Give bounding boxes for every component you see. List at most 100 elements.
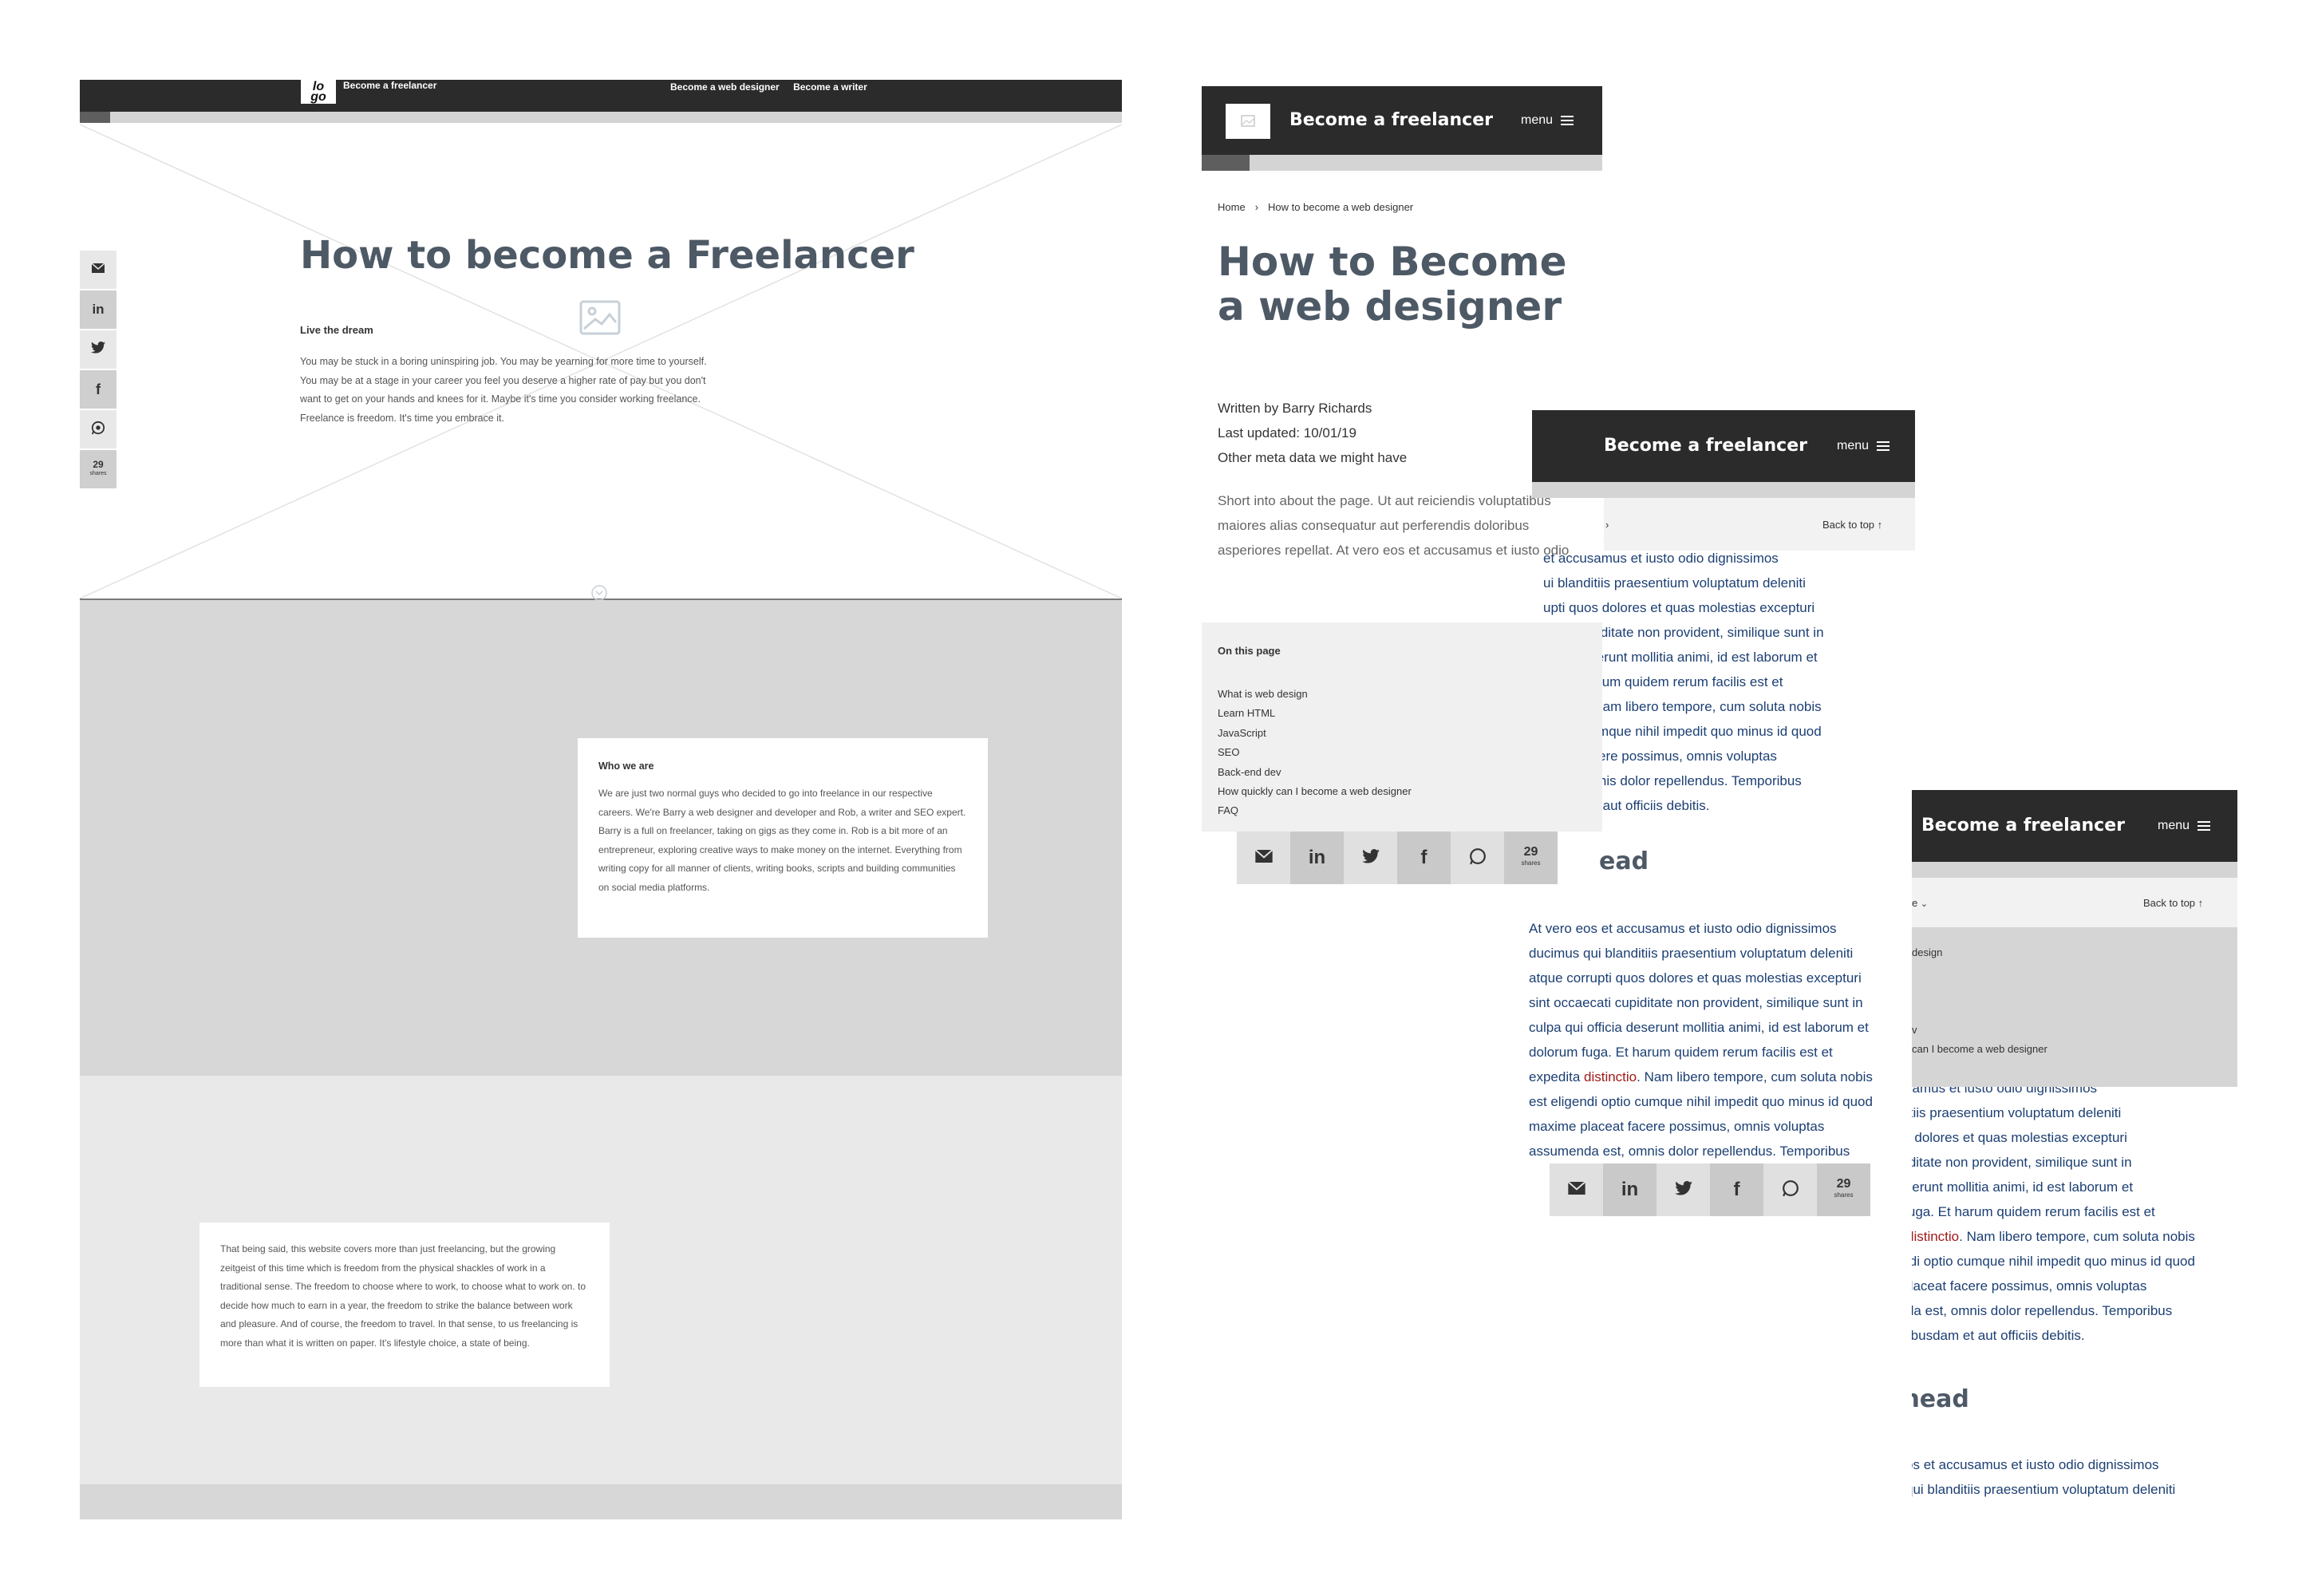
text-line: sint occaecati cupiditate non provident,…: [1529, 995, 1863, 1010]
toc-item[interactable]: FAQ: [1218, 801, 1412, 820]
site-title[interactable]: Become a freelancer: [1604, 436, 1807, 456]
share-twitter-button[interactable]: [80, 330, 116, 369]
article-paragraph: s et accusamus et iusto odio dignissimos…: [1912, 1076, 2226, 1348]
who-we-are-text: We are just two normal guys who decided …: [598, 788, 966, 893]
desktop-header: [80, 80, 1122, 112]
back-to-top-button[interactable]: Back to top ↑: [1822, 519, 1882, 531]
envelope-icon: [1254, 848, 1273, 867]
facebook-icon: f: [96, 381, 101, 397]
toc-item[interactable]: can I become a web designer: [1912, 1040, 2047, 1059]
desktop-mockup: lo go Become a freelancer Become a web de…: [80, 80, 1122, 1519]
image-icon: [579, 300, 621, 339]
linkedin-icon: in: [92, 302, 105, 317]
text-line: dolorum fuga. Et harum quidem rerum faci…: [1529, 1045, 1833, 1060]
twitter-icon: [91, 342, 105, 358]
text-line: qui blanditiis praesentium voluptatum de…: [1912, 1105, 2122, 1120]
share-bar: in f 29 shares: [1550, 1163, 1870, 1216]
other-meta: Other meta data we might have: [1218, 450, 1408, 465]
toc-item[interactable]: [1912, 962, 2047, 982]
chevron-right-icon[interactable]: ›: [1605, 519, 1609, 531]
site-title[interactable]: Become a freelancer: [1289, 110, 1493, 130]
text-line: ducimus qui blanditiis praesentium volup…: [1529, 946, 1854, 961]
whatsapp-icon: [1469, 847, 1487, 869]
toc-item[interactable]: [1912, 1001, 2047, 1021]
text-line: est eligendi optio cumque nihil impedit …: [1529, 1094, 1873, 1109]
back-to-top-label: Back to top: [1822, 519, 1875, 531]
text-line: assumenda est, omnis dolor repellendus. …: [1529, 1144, 1850, 1159]
share-twitter-button[interactable]: [1344, 832, 1397, 884]
hamburger-icon: [1561, 115, 1574, 125]
facebook-icon: f: [1420, 847, 1427, 868]
text-line: dolorum fuga. Et harum quidem rerum faci…: [1912, 1204, 2155, 1219]
back-to-top-label: Back to top: [2143, 897, 2196, 909]
share-linkedin-button[interactable]: in: [1603, 1163, 1657, 1216]
share-linkedin-button[interactable]: in: [80, 290, 116, 329]
toc-item[interactable]: JavaScript: [1218, 724, 1412, 743]
chevron-right-icon: ›: [1254, 201, 1259, 213]
share-count-value: 29: [1523, 845, 1538, 859]
reading-progress-bar: [1202, 155, 1602, 171]
hero-intro: You may be stuck in a boring uninspiring…: [300, 356, 707, 424]
image-icon: [1241, 115, 1255, 127]
article-meta: Written by Barry Richards Last updated: …: [1218, 396, 1407, 470]
toc-list: design v can I become a web designer: [1912, 943, 2047, 1060]
menu-label: menu: [1521, 113, 1554, 127]
toc-item[interactable]: What is web design: [1218, 685, 1412, 704]
on-this-page-heading: On this page: [1218, 645, 1281, 657]
progress-fill: [80, 112, 110, 123]
envelope-icon: [1567, 1180, 1585, 1199]
text-line: ducimus qui blanditiis praesentium volup…: [1912, 1482, 2176, 1497]
toc-list: What is web design Learn HTML JavaScript…: [1218, 685, 1412, 821]
text-line: At vero eos et accusamus et iusto odio d…: [1529, 921, 1837, 936]
page-intro: Short into about the page. Ut aut reicie…: [1218, 493, 1570, 558]
twitter-icon: [1674, 1180, 1692, 1199]
menu-label: menu: [2158, 819, 2190, 832]
text-line: est eligendi optio cumque nihil impedit …: [1912, 1254, 2195, 1269]
freedom-card: That being said, this website covers mor…: [199, 1223, 610, 1387]
share-twitter-button[interactable]: [1657, 1163, 1710, 1216]
toc-item[interactable]: [1912, 982, 2047, 1001]
nav-link-writer[interactable]: Become a writer: [793, 81, 867, 93]
site-title[interactable]: Become a freelancer: [1921, 816, 2125, 836]
toc-item[interactable]: design: [1912, 943, 2047, 962]
menu-button[interactable]: menu: [1837, 439, 1890, 453]
menu-button[interactable]: menu: [2158, 819, 2211, 833]
freedom-text: That being said, this website covers mor…: [220, 1243, 586, 1349]
article-paragraph: At vero eos et accusamus et iusto odio d…: [1529, 916, 1912, 1159]
share-email-button[interactable]: [80, 251, 116, 289]
text-line: rupti quos dolores et quas molestias exc…: [1912, 1130, 2127, 1145]
subhead-partial: ead: [1599, 847, 1649, 875]
twitter-icon: [1361, 848, 1380, 867]
text-line: atque corrupti quos dolores et quas mole…: [1529, 970, 1862, 986]
share-email-button[interactable]: [1550, 1163, 1603, 1216]
menu-label: menu: [1837, 439, 1870, 452]
whatsapp-icon: [91, 421, 105, 439]
share-facebook-button[interactable]: f: [1710, 1163, 1763, 1216]
menu-button[interactable]: menu: [1521, 113, 1574, 128]
toc-item[interactable]: How quickly can I become a web designer: [1218, 782, 1412, 801]
toc-item[interactable]: Learn HTML: [1218, 704, 1412, 723]
mobile-mockup-top: Become a freelancer menu Home › How to bec…: [1202, 86, 1602, 884]
share-linkedin-button[interactable]: in: [1290, 832, 1344, 884]
share-whatsapp-button[interactable]: [80, 410, 116, 448]
text-line: expedita distinctio. Nam libero tempore,…: [1912, 1229, 2195, 1244]
share-facebook-button[interactable]: f: [1397, 832, 1451, 884]
text-line: autem quibusdam et aut officiis debitis.: [1912, 1328, 2085, 1343]
share-whatsapp-button[interactable]: [1763, 1163, 1817, 1216]
toc-item[interactable]: v: [1912, 1021, 2047, 1040]
share-facebook-button[interactable]: f: [80, 370, 116, 409]
site-logo[interactable]: [1226, 104, 1270, 139]
facebook-icon: f: [1733, 1179, 1740, 1200]
text-line: assumenda est, omnis dolor repellendus. …: [1912, 1303, 2173, 1318]
share-email-button[interactable]: [1237, 832, 1290, 884]
who-we-are-heading: Who we are: [598, 760, 654, 772]
share-whatsapp-button[interactable]: [1451, 832, 1504, 884]
breadcrumb-home[interactable]: Home: [1218, 201, 1246, 213]
nav-link-web-designer[interactable]: Become a web designer: [670, 81, 780, 93]
site-title[interactable]: Become a freelancer: [343, 80, 436, 96]
toc-item[interactable]: Back-end dev: [1218, 763, 1412, 782]
site-logo[interactable]: lo go: [301, 80, 336, 104]
toc-item[interactable]: SEO: [1218, 743, 1412, 762]
whatsapp-icon: [1782, 1179, 1799, 1201]
back-to-top-button[interactable]: Back to top ↑: [2143, 897, 2203, 909]
